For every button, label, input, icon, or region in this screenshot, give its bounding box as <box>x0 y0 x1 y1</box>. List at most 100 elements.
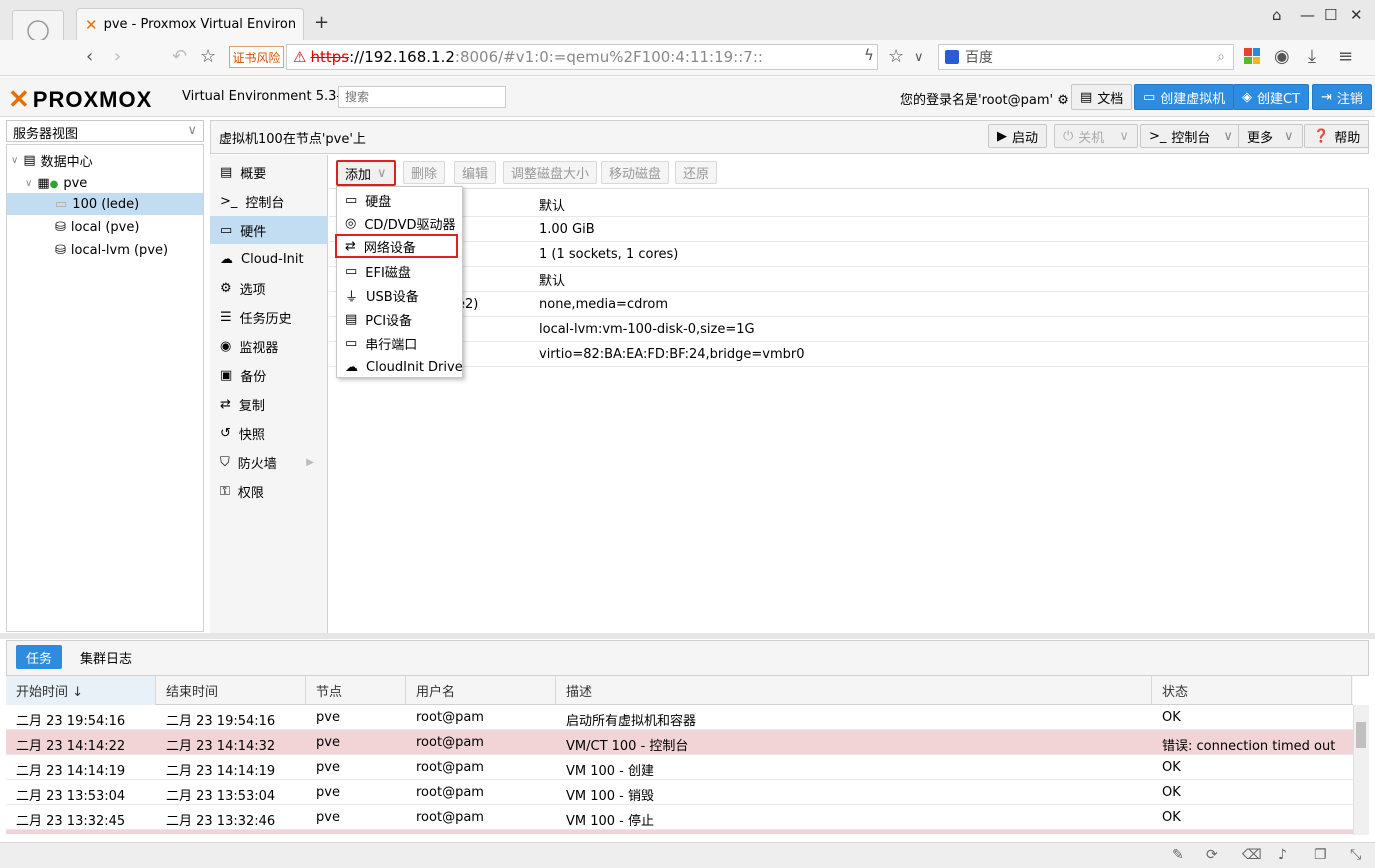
table-row[interactable]: 二月 23 14:14:22 二月 23 14:14:32 pve root@p… <box>6 730 1353 755</box>
move-disk-button[interactable]: 移动磁盘 <box>601 161 670 184</box>
flash-icon[interactable]: ϟ <box>864 46 874 64</box>
docs-button[interactable]: ▤ 文档 <box>1071 84 1133 110</box>
sound-icon[interactable]: ♪ <box>1278 847 1287 863</box>
collapse-icon[interactable]: ∨ <box>11 155 18 166</box>
search-icon[interactable]: ⌕ <box>1217 49 1225 65</box>
skin-icon[interactable]: ⌂ <box>1272 6 1282 24</box>
cell-status: OK <box>1162 810 1181 825</box>
close-icon[interactable]: ✕ <box>302 17 303 32</box>
nav-item-backup[interactable]: ▣ 备份 <box>210 361 328 389</box>
console-button[interactable]: >_ 控制台 ∨ <box>1140 124 1242 148</box>
browser-search-input[interactable]: 百度 ⌕ <box>938 44 1234 70</box>
edit-button[interactable]: 编辑 <box>454 161 497 184</box>
hw-value: none,media=cdrom <box>539 296 669 312</box>
help-button[interactable]: ❓ 帮助 <box>1304 124 1370 148</box>
menu-item-pci-device[interactable]: ▤ PCI设备 <box>337 307 462 331</box>
shutdown-button[interactable]: ⏻ 关机 ∨ <box>1054 124 1138 148</box>
menu-item-network-device[interactable]: ⇄ 网络设备 <box>335 234 458 258</box>
undo-icon[interactable]: ↶ <box>172 46 187 67</box>
tree-item-vm-100[interactable]: ▭ 100 (lede) <box>7 193 203 215</box>
menu-item-cloudinit-drive[interactable]: ☁ CloudInit Drive <box>337 355 463 379</box>
maximize-icon[interactable]: ☐ <box>1324 6 1337 24</box>
tree-item-local[interactable]: ⛁ local (pve) <box>7 216 203 238</box>
column-end-time[interactable]: 结束时间 <box>156 676 306 705</box>
nav-item-monitor[interactable]: ◉ 监视器 <box>210 332 328 360</box>
delete-button[interactable]: 删除 <box>403 161 446 184</box>
hardware-row[interactable]: virtio=82:BA:EA:FD:BF:24,bridge=vmbr0 <box>329 342 1369 367</box>
hardware-row[interactable]: 1 (1 sockets, 1 cores) <box>329 242 1369 267</box>
tree-item-local-lvm[interactable]: ⛁ local-lvm (pve) <box>7 239 203 261</box>
more-button[interactable]: 更多 ∨ <box>1238 124 1303 148</box>
pin-icon[interactable]: ✎ <box>1172 847 1184 863</box>
hardware-row[interactable]: 1.00 GiB <box>329 217 1369 242</box>
storage-icon: ⛁ <box>55 219 66 235</box>
extension-icon[interactable]: ◉ <box>1274 46 1290 67</box>
search-input[interactable] <box>338 86 506 108</box>
hardware-row[interactable]: e2) none,media=cdrom <box>329 292 1369 317</box>
nav-item-snapshot[interactable]: ↺ 快照 <box>210 419 328 447</box>
window-icon[interactable]: ❐ <box>1314 847 1327 863</box>
gear-icon[interactable]: ⚙ <box>1057 93 1069 108</box>
close-window-icon[interactable]: ✕ <box>1350 6 1363 24</box>
nav-item-summary[interactable]: ▤ 概要 <box>210 158 328 186</box>
create-vm-button[interactable]: ▭ 创建虚拟机 <box>1134 84 1235 110</box>
favorite-icon[interactable]: ☆ <box>200 46 216 67</box>
tab-tasks[interactable]: 任务 <box>16 645 63 669</box>
table-row[interactable]: 二月 23 13:53:04 二月 23 13:53:04 pve root@p… <box>6 780 1353 805</box>
menu-item-usb-device[interactable]: ⏚ USB设备 <box>337 283 462 307</box>
apps-icon[interactable] <box>1244 48 1260 64</box>
column-status[interactable]: 状态 <box>1152 676 1352 705</box>
hardware-row[interactable]: 默认 <box>329 267 1369 292</box>
nav-item-hardware[interactable]: ▭ 硬件 <box>210 216 328 244</box>
column-user[interactable]: 用户名 <box>406 676 556 705</box>
address-bar[interactable]: ⚠ https ://192.168.1.2 :8006/#v1:0:=qemu… <box>286 44 878 70</box>
browser-tab[interactable]: ✕ pve - Proxmox Virtual Environ ✕ <box>76 8 304 40</box>
nav-item-permissions[interactable]: ⚿ 权限 <box>210 477 328 505</box>
nav-item-console[interactable]: >_ 控制台 <box>210 187 328 215</box>
table-row[interactable]: 二月 23 13:32:45 二月 23 13:32:46 pve root@p… <box>6 805 1353 830</box>
menu-item-serial-port[interactable]: ▭ 串行端口 <box>337 331 462 355</box>
menu-icon[interactable]: ≡ <box>1338 46 1353 67</box>
tree-item-pve[interactable]: ∨ ▦● pve <box>7 172 203 194</box>
sync-icon[interactable]: ⟳ <box>1206 847 1218 863</box>
hardware-row[interactable]: local-lvm:vm-100-disk-0,size=1G <box>329 317 1369 342</box>
view-selector[interactable]: 服务器视图 ∨ <box>6 120 204 142</box>
nav-item-options[interactable]: ⚙ 选项 <box>210 274 328 302</box>
nav-item-firewall[interactable]: ⛉ 防火墙 ▶ <box>210 448 328 476</box>
download-icon[interactable]: ⤓ <box>1308 46 1316 67</box>
back-icon[interactable]: ‹ <box>86 46 93 67</box>
trash-icon[interactable]: ⌫ <box>1242 847 1262 863</box>
create-ct-button[interactable]: ◈ 创建CT <box>1233 84 1310 110</box>
cert-warning-badge[interactable]: 证书风险 <box>229 46 284 68</box>
scrollbar-thumb[interactable] <box>1356 722 1366 748</box>
add-button[interactable]: 添加 ∨ <box>336 160 396 186</box>
proxmox-favicon-icon: ✕ <box>85 15 98 34</box>
resize-disk-button[interactable]: 调整磁盘大小 <box>503 161 598 184</box>
nav-item-task-history[interactable]: ☰ 任务历史 <box>210 303 328 331</box>
bookmark-icon[interactable]: ☆ <box>888 46 904 67</box>
collapse-icon[interactable]: ∨ <box>25 178 32 189</box>
tree-item-datacenter[interactable]: ∨ ▤ 数据中心 <box>7 149 203 171</box>
hardware-row[interactable]: 默认 <box>329 192 1369 217</box>
resize-icon[interactable]: ⤡ <box>1350 847 1361 863</box>
menu-item-efi-disk[interactable]: ▭ EFI磁盘 <box>337 259 462 283</box>
minimize-icon[interactable]: — <box>1300 6 1315 24</box>
tab-cluster-log[interactable]: 集群日志 <box>70 645 142 669</box>
panel-splitter[interactable] <box>0 633 1375 639</box>
column-description[interactable]: 描述 <box>556 676 1152 705</box>
menu-item-cdrom[interactable]: ◎ CD/DVD驱动器 <box>337 211 462 235</box>
forward-icon[interactable]: › <box>114 46 121 67</box>
nav-item-replication[interactable]: ⇄ 复制 <box>210 390 328 418</box>
new-tab-icon[interactable]: + <box>314 12 329 33</box>
nav-item-cloud-init[interactable]: ☁ Cloud-Init <box>210 245 328 273</box>
column-node[interactable]: 节点 <box>306 676 406 705</box>
chevron-down-icon[interactable]: ∨ <box>914 50 924 65</box>
table-row[interactable]: 二月 23 14:14:19 二月 23 14:14:19 pve root@p… <box>6 755 1353 780</box>
column-start-time[interactable]: 开始时间 ↓ <box>6 676 156 705</box>
logout-button[interactable]: ⇥ 注销 <box>1312 84 1372 110</box>
revert-button[interactable]: 还原 <box>675 161 718 184</box>
menu-item-hard-disk[interactable]: ▭ 硬盘 <box>337 188 462 212</box>
table-row[interactable]: 二月 23 19:54:16 二月 23 19:54:16 pve root@p… <box>6 705 1353 730</box>
start-button[interactable]: ▶ 启动 <box>988 124 1048 148</box>
cell-status: OK <box>1162 785 1181 800</box>
